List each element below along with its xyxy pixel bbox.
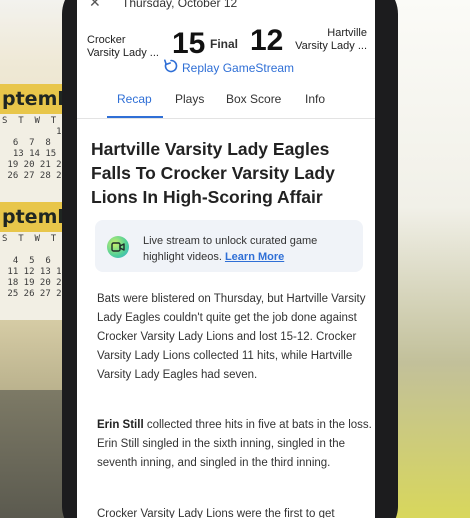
tab-bar: Recap Plays Box Score Info bbox=[77, 88, 375, 119]
team-left-name[interactable]: Crocker Varsity Lady ... bbox=[87, 34, 159, 60]
article-paragraph-1: Bats were blistered on Thursday, but Har… bbox=[97, 293, 366, 381]
article-headline: Hartville Varsity Lady Eagles Falls To C… bbox=[91, 139, 335, 207]
tab-recap[interactable]: Recap bbox=[117, 92, 152, 106]
tab-box-score[interactable]: Box Score bbox=[226, 92, 281, 106]
promo-text: Live stream to unlock curated game highl… bbox=[143, 233, 353, 265]
close-icon[interactable]: ✕ bbox=[89, 0, 101, 11]
player-name: Erin Still bbox=[97, 419, 144, 431]
tab-info[interactable]: Info bbox=[305, 92, 325, 106]
score-left: 15 bbox=[172, 27, 206, 60]
replay-label: Replay GameStream bbox=[182, 60, 295, 75]
tab-divider bbox=[77, 118, 375, 119]
team-right-name[interactable]: Hartville Varsity Lady ... bbox=[295, 27, 367, 53]
replay-icon bbox=[163, 58, 179, 77]
article-paragraph-2: Erin Still collected three hits in five … bbox=[97, 416, 373, 473]
article-paragraph-3: Crocker Varsity Lady Lions were the firs… bbox=[97, 508, 335, 518]
score-right: 12 bbox=[250, 24, 284, 57]
game-status: Final bbox=[210, 37, 239, 51]
game-date: Thursday, October 12 bbox=[122, 0, 238, 10]
phone-screen: ✕ Thursday, October 12 Crocker Varsity L… bbox=[77, 0, 375, 518]
livestream-promo-card[interactable]: Live stream to unlock curated game highl… bbox=[95, 220, 363, 272]
video-camera-icon bbox=[107, 236, 129, 258]
replay-gamestream-button[interactable]: Replay GameStream bbox=[163, 58, 294, 77]
top-bar: ✕ Thursday, October 12 bbox=[77, 0, 375, 14]
learn-more-link[interactable]: Learn More bbox=[225, 251, 284, 263]
tab-plays[interactable]: Plays bbox=[175, 92, 204, 106]
